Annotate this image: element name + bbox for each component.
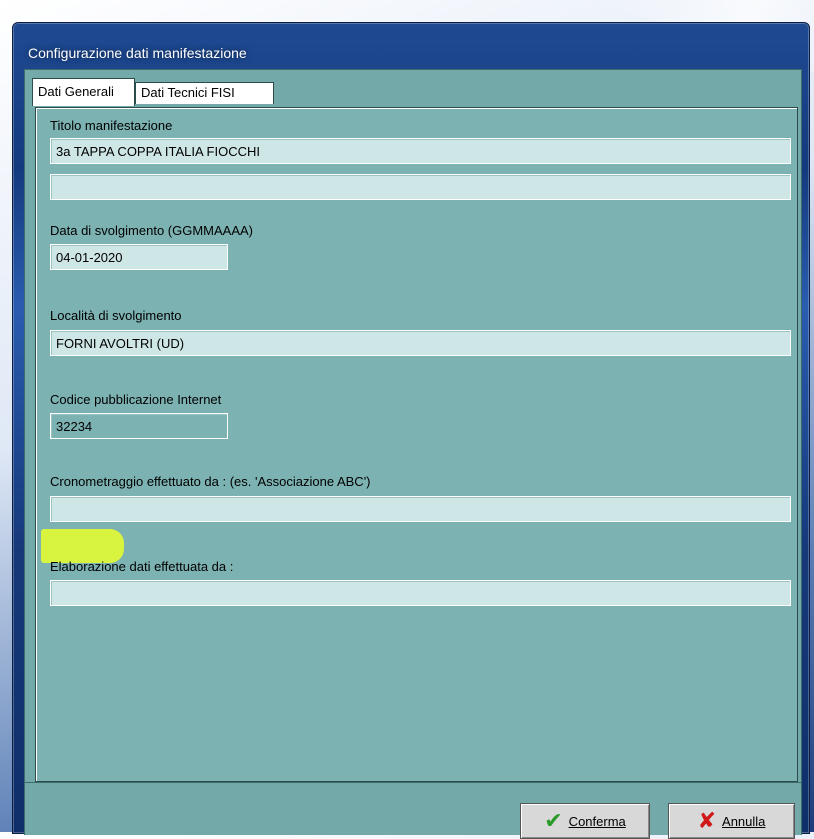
data-input[interactable] [50,244,228,270]
title-bar[interactable]: Configurazione dati manifestazione [13,23,809,65]
codice-input[interactable] [50,413,228,439]
elaborazione-input[interactable] [50,580,791,606]
window-title: Configurazione dati manifestazione [28,45,247,61]
tab-panel-dati-generali: Titolo manifestazione Data di svolgiment… [35,107,798,782]
dialog-client-area: Dati Generali Dati Tecnici FISI Titolo m… [24,69,802,839]
localita-input[interactable] [50,330,791,356]
check-icon: ✔ [544,808,563,833]
confirm-button[interactable]: ✔ Conferma [520,803,650,839]
highlighter-mark [41,529,124,563]
cancel-button[interactable]: ✘ Annulla [668,803,795,839]
titolo-input-line2[interactable] [50,174,791,200]
tab-dati-generali[interactable]: Dati Generali [32,78,135,106]
cancel-button-label: Annulla [722,813,766,829]
cronometraggio-label: Cronometraggio effettuato da : (es. 'Ass… [50,474,371,489]
dialog-window: Configurazione dati manifestazione Dati … [12,22,810,839]
x-icon: ✘ [697,808,717,833]
cronometraggio-input[interactable] [50,496,791,522]
codice-label: Codice pubblicazione Internet [50,392,222,407]
localita-label: Località di svolgimento [50,308,182,323]
dialog-footer: ✔ Conferma ✘ Annulla [25,782,801,839]
confirm-button-label: Conferma [568,813,626,829]
elaborazione-label: Elaborazione dati effettuata da : [50,559,234,574]
tab-dati-tecnici-fisi[interactable]: Dati Tecnici FISI [135,82,274,104]
titolo-input-line1[interactable] [50,138,791,164]
data-label: Data di svolgimento (GGMMAAAA) [50,223,254,238]
titolo-label: Titolo manifestazione [50,118,173,133]
